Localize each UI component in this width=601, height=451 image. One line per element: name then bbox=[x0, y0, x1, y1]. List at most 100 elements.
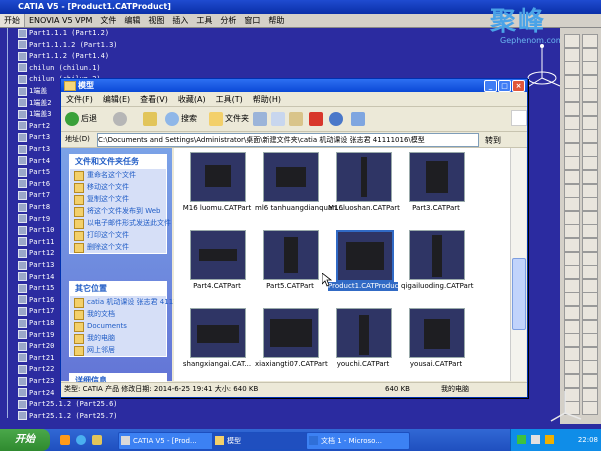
catia-menu-edit[interactable]: 编辑 bbox=[120, 14, 144, 27]
tree-node[interactable]: chilun (chilun.1) bbox=[18, 63, 101, 74]
file-item[interactable]: shangxiangai.CAT... bbox=[182, 308, 252, 386]
toolbar-tool-icon[interactable] bbox=[564, 224, 580, 239]
toolbar-tool-icon[interactable] bbox=[564, 292, 580, 307]
address-input[interactable]: C:\Documents and Settings\Administrator\… bbox=[97, 133, 479, 147]
start-button[interactable]: 开始 bbox=[0, 429, 50, 451]
toolbar-tool-icon[interactable] bbox=[564, 47, 580, 62]
tree-node[interactable]: Part22 bbox=[18, 364, 54, 375]
copy-button[interactable] bbox=[271, 110, 287, 127]
toolbar-tool-icon[interactable] bbox=[564, 142, 580, 157]
tree-node[interactable]: Part13 bbox=[18, 260, 54, 271]
toolbar-tool-icon[interactable] bbox=[564, 251, 580, 266]
tree-node[interactable]: Part1.1.1.2 (Part1.3) bbox=[18, 40, 118, 51]
tree-node[interactable]: 1端盖3 bbox=[18, 109, 51, 120]
toolbar-tool-icon[interactable] bbox=[582, 292, 598, 307]
file-task-link[interactable]: 打印这个文件 bbox=[70, 229, 166, 241]
file-item[interactable]: Part5.CATPart bbox=[255, 230, 325, 308]
file-task-link[interactable]: 以电子邮件形式发送此文件 bbox=[70, 217, 171, 229]
tray-icon-2[interactable] bbox=[531, 435, 540, 444]
tree-node[interactable]: 1端盖 bbox=[18, 86, 47, 97]
catia-menu-help[interactable]: 帮助 bbox=[264, 14, 288, 27]
toolbar-tool-icon[interactable] bbox=[582, 61, 598, 76]
catia-menu-tools[interactable]: 工具 bbox=[192, 14, 216, 27]
toolbar-tool-icon[interactable] bbox=[582, 251, 598, 266]
tree-node[interactable]: Part1.1.2 (Part1.4) bbox=[18, 51, 109, 62]
file-item[interactable]: yousai.CATPart bbox=[401, 308, 471, 386]
toolbar-tool-icon[interactable] bbox=[564, 88, 580, 103]
menu-file[interactable]: 文件(F) bbox=[61, 93, 98, 106]
toolbar-tool-icon[interactable] bbox=[582, 34, 598, 48]
toolbar-tool-icon[interactable] bbox=[582, 238, 598, 252]
file-task-link[interactable]: 删除这个文件 bbox=[70, 241, 166, 253]
tray-icon-3[interactable] bbox=[545, 435, 554, 444]
file-item[interactable]: ml6 tanhuangdianquan... bbox=[255, 152, 343, 230]
taskbar-task-explorer[interactable]: 模型 bbox=[212, 432, 313, 450]
toolbar-tool-icon[interactable] bbox=[582, 360, 598, 375]
toolbar-tool-icon[interactable] bbox=[564, 210, 580, 225]
toolbar-tool-icon[interactable] bbox=[582, 265, 598, 280]
toolbar-tool-icon[interactable] bbox=[564, 360, 580, 375]
tree-node[interactable]: Part23 bbox=[18, 376, 54, 387]
catia-menu-file[interactable]: 文件 bbox=[96, 14, 120, 27]
tree-node[interactable]: Part3 bbox=[18, 144, 50, 155]
toolbar-tool-icon[interactable] bbox=[564, 61, 580, 76]
catia-menu-view[interactable]: 视图 bbox=[144, 14, 168, 27]
tree-node[interactable]: Part18 bbox=[18, 318, 54, 329]
toolbar-tool-icon[interactable] bbox=[564, 129, 580, 144]
file-item[interactable]: Part4.CATPart bbox=[182, 230, 252, 308]
file-task-link[interactable]: 重命名这个文件 bbox=[70, 169, 166, 181]
taskbar-task-word[interactable]: 文档 1 - Microso... bbox=[306, 432, 410, 450]
file-item[interactable]: xiaxiangti07.CATPart bbox=[255, 308, 328, 386]
toolbar-tool-icon[interactable] bbox=[582, 102, 598, 116]
file-item[interactable]: Part3.CATPart bbox=[401, 152, 471, 230]
menu-view[interactable]: 查看(V) bbox=[135, 93, 173, 106]
menu-help[interactable]: 帮助(H) bbox=[248, 93, 286, 106]
taskbar-task-catia[interactable]: CATIA V5 - [Prod... bbox=[118, 432, 219, 450]
catia-menu-insert[interactable]: 插入 bbox=[168, 14, 192, 27]
toolbar-tool-icon[interactable] bbox=[582, 74, 598, 89]
toolbar-tool-icon[interactable] bbox=[582, 156, 598, 171]
toolbar-tool-icon[interactable] bbox=[582, 47, 598, 62]
tree-node[interactable]: Part7 bbox=[18, 190, 50, 201]
toolbar-tool-icon[interactable] bbox=[582, 142, 598, 157]
file-item[interactable]: M16luoshan.CATPart bbox=[328, 152, 400, 230]
maximize-button[interactable]: □ bbox=[498, 80, 511, 92]
other-place-link[interactable]: 我的文档 bbox=[70, 308, 166, 320]
toolbar-tool-icon[interactable] bbox=[582, 183, 598, 198]
toolbar-tool-icon[interactable] bbox=[564, 197, 580, 212]
tree-node[interactable]: Part2 bbox=[18, 121, 50, 132]
tree-node[interactable]: Part6 bbox=[18, 179, 50, 190]
scrollbar-thumb[interactable] bbox=[512, 258, 526, 330]
vertical-scrollbar[interactable] bbox=[510, 148, 526, 381]
toolbar-tool-icon[interactable] bbox=[582, 346, 598, 361]
tree-node[interactable]: Part11 bbox=[18, 237, 54, 248]
tree-node[interactable]: Part19 bbox=[18, 330, 54, 341]
tree-node[interactable]: Part5 bbox=[18, 167, 50, 178]
go-button[interactable]: 转到 bbox=[485, 133, 501, 148]
search-button[interactable]: 搜索 bbox=[165, 110, 197, 127]
tree-node[interactable]: Part12 bbox=[18, 248, 54, 259]
toolbar-tool-icon[interactable] bbox=[582, 197, 598, 212]
file-item[interactable]: Product1.CATProduct bbox=[328, 230, 401, 308]
menu-favorites[interactable]: 收藏(A) bbox=[173, 93, 211, 106]
toolbar-tool-icon[interactable] bbox=[564, 278, 580, 293]
tree-node[interactable]: Part14 bbox=[18, 272, 54, 283]
toolbar-tool-icon[interactable] bbox=[582, 88, 598, 103]
file-task-link[interactable]: 移动这个文件 bbox=[70, 181, 166, 193]
catia-menu-enovia[interactable]: ENOVIA V5 VPM bbox=[25, 14, 96, 27]
toolbar-tool-icon[interactable] bbox=[564, 156, 580, 171]
tree-node[interactable]: Part10 bbox=[18, 225, 54, 236]
toolbar-tool-icon[interactable] bbox=[564, 333, 580, 348]
catia-menu-analyze[interactable]: 分析 bbox=[216, 14, 240, 27]
toolbar-tool-icon[interactable] bbox=[582, 170, 598, 184]
file-tasks-heading[interactable]: 文件和文件夹任务 bbox=[70, 155, 166, 169]
file-item[interactable]: youchi.CATPart bbox=[328, 308, 398, 386]
file-item[interactable]: qigailuoding.CATPart bbox=[401, 230, 473, 308]
other-place-link[interactable]: catia 机动课设 张志君 41111016 bbox=[70, 296, 195, 308]
minimize-button[interactable]: _ bbox=[484, 80, 497, 92]
tree-node[interactable]: Part15 bbox=[18, 283, 54, 294]
folders-button[interactable]: 文件夹 bbox=[209, 110, 249, 127]
tree-node[interactable]: Part20 bbox=[18, 341, 54, 352]
other-place-link[interactable]: 我的电脑 bbox=[70, 332, 166, 344]
toolbar-tool-icon[interactable] bbox=[582, 306, 598, 320]
